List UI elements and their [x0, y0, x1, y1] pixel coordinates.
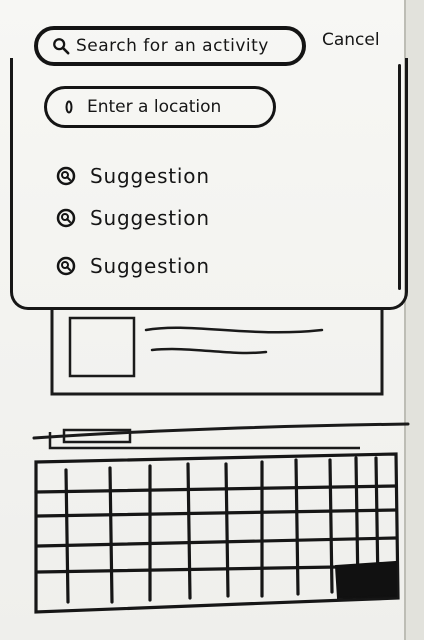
suggestion-item[interactable]: Suggestion [56, 206, 210, 230]
search-icon [56, 166, 76, 186]
search-icon [56, 208, 76, 228]
location-input[interactable]: Enter a location [44, 86, 276, 128]
cancel-button[interactable]: Cancel [322, 30, 380, 50]
search-placeholder: Search for an activity [76, 36, 269, 56]
location-pin-icon [65, 100, 73, 114]
search-icon [56, 256, 76, 276]
map-toolbar-placeholder [48, 428, 360, 450]
suggestion-item[interactable]: Suggestion [56, 254, 210, 278]
suggestion-label: Suggestion [90, 164, 210, 188]
map-grid [34, 452, 400, 614]
sketch-paper: Search for an activity Cancel Enter a lo… [0, 0, 424, 640]
divider-line [32, 422, 410, 440]
suggestion-item[interactable]: Suggestion [56, 164, 210, 188]
search-input[interactable]: Search for an activity [34, 26, 306, 66]
map-dark-block [334, 560, 397, 600]
suggestion-label: Suggestion [90, 206, 210, 230]
search-icon [53, 38, 70, 55]
location-placeholder: Enter a location [87, 97, 222, 117]
result-card-placeholder [50, 308, 384, 396]
panel-right-edge [398, 64, 401, 290]
suggestion-label: Suggestion [90, 254, 210, 278]
